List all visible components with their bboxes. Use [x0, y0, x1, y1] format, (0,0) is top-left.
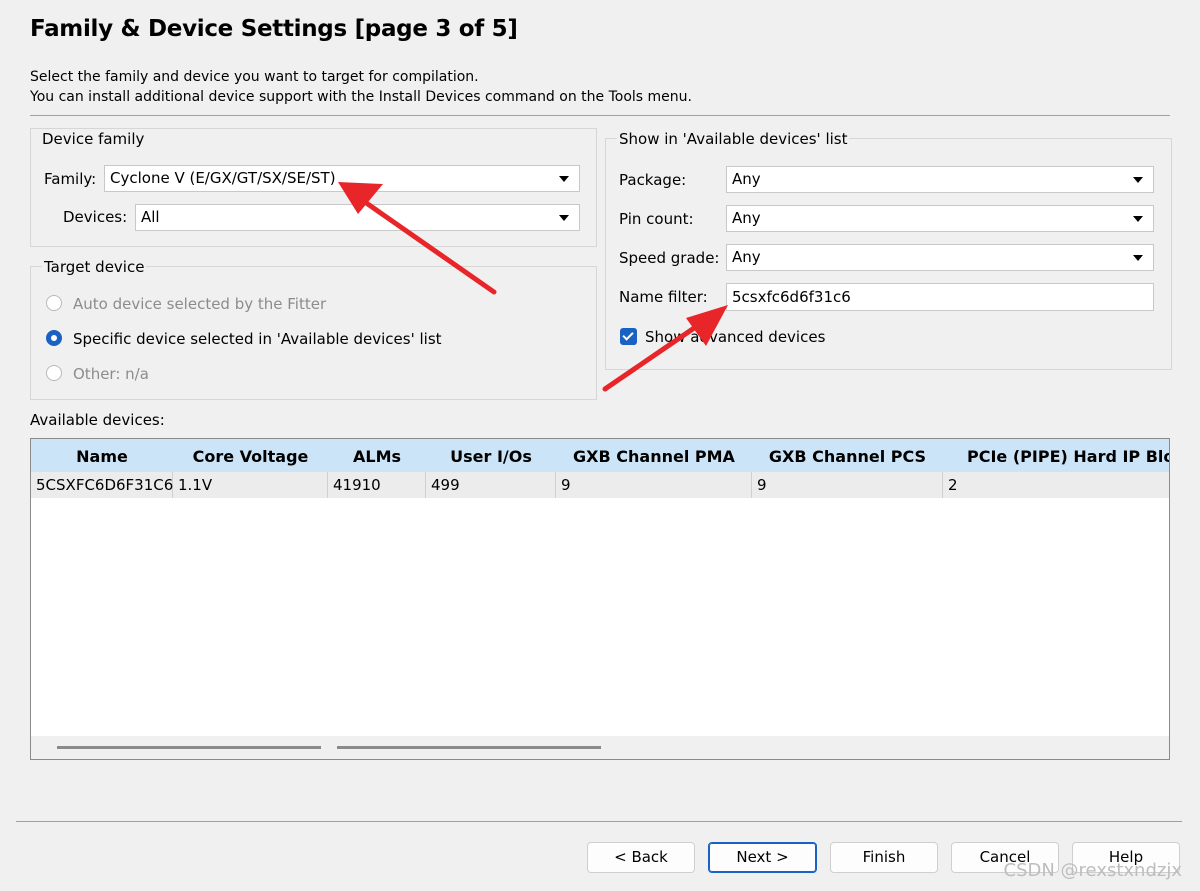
watermark: CSDN @rexstxndzjx — [1003, 860, 1182, 881]
red-arrow-name-filter — [602, 305, 728, 392]
red-arrow-family — [338, 182, 497, 295]
annotation-arrows — [338, 182, 728, 392]
